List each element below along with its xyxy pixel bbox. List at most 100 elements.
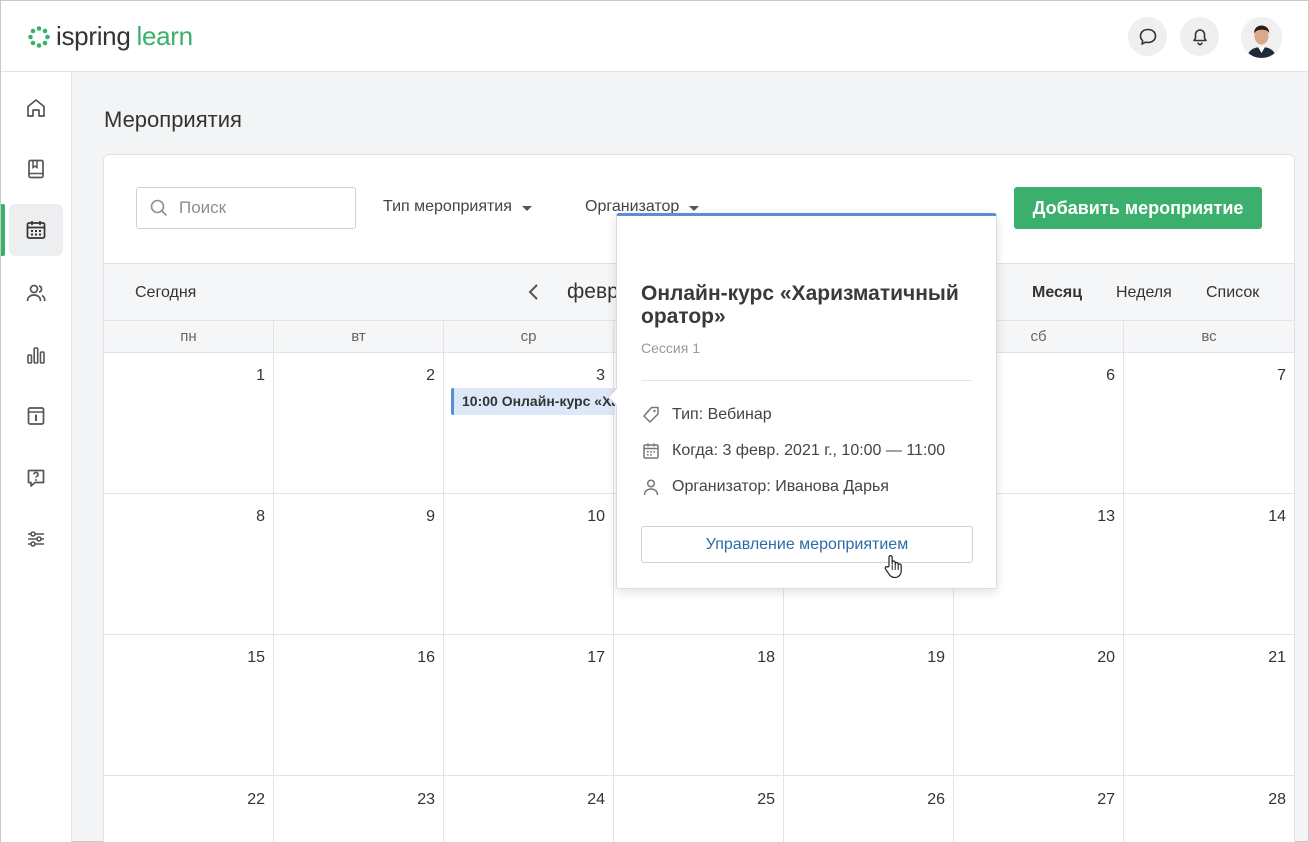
- day-cell[interactable]: 25: [614, 777, 784, 842]
- day-cell[interactable]: 10: [444, 494, 614, 635]
- popover-subtitle: Сессия 1: [641, 340, 700, 356]
- popover-when-text: Когда: 3 февр. 2021 г., 10:00 — 11:00: [672, 442, 946, 459]
- day-cell[interactable]: 27: [954, 777, 1124, 842]
- day-cell[interactable]: 23: [274, 777, 444, 842]
- user-avatar[interactable]: [1241, 17, 1282, 58]
- day-number: 7: [1277, 367, 1286, 384]
- manage-event-button[interactable]: Управление мероприятием: [641, 526, 973, 563]
- dow-wed: ср: [444, 321, 614, 353]
- notifications-button[interactable]: [1180, 17, 1219, 56]
- event-chip[interactable]: 10:00 Онлайн-курс «Харизматичный оратор»: [451, 388, 615, 415]
- logo[interactable]: ispring learn: [27, 21, 193, 52]
- event-popover: Онлайн-курс «Харизматичный оратор» Сесси…: [616, 213, 997, 589]
- day-number: 3: [596, 367, 605, 384]
- view-week[interactable]: Неделя: [1116, 284, 1172, 302]
- event-type-filter-label: Тип мероприятия: [383, 198, 512, 215]
- day-cell[interactable]: 19: [784, 635, 954, 776]
- sidebar-item-users[interactable]: [9, 267, 63, 319]
- user-icon: [643, 479, 659, 496]
- search-box[interactable]: [136, 187, 356, 229]
- day-cell[interactable]: 7: [1124, 353, 1294, 494]
- chat-bubble-icon: [1139, 28, 1156, 45]
- chevron-left-icon[interactable]: [524, 282, 544, 302]
- day-cell[interactable]: 22: [104, 777, 274, 842]
- day-number: 19: [927, 649, 945, 666]
- day-cell[interactable]: 2: [274, 353, 444, 494]
- sidebar-active-indicator: [1, 204, 5, 256]
- month-label: февр: [567, 280, 619, 303]
- day-cell[interactable]: 24: [444, 777, 614, 842]
- sidebar-item-info[interactable]: [9, 390, 63, 442]
- day-cell[interactable]: 14: [1124, 494, 1294, 635]
- day-number: 22: [247, 791, 265, 808]
- day-cell[interactable]: 9: [274, 494, 444, 635]
- caret-down-icon: [521, 205, 532, 211]
- question-chat-icon: [27, 469, 45, 487]
- popover-divider: [641, 380, 972, 381]
- day-number: 21: [1268, 649, 1286, 666]
- sliders-icon: [28, 531, 44, 547]
- add-event-button[interactable]: Добавить мероприятие: [1014, 187, 1262, 229]
- sidebar-item-courses[interactable]: [9, 143, 63, 195]
- logo-text-learn: learn: [136, 21, 194, 51]
- sidebar-item-reports[interactable]: [9, 329, 63, 381]
- day-number: 23: [417, 791, 435, 808]
- view-month[interactable]: Месяц: [1032, 284, 1082, 302]
- logo-text-ispring: ispring: [56, 21, 131, 51]
- day-number: 1: [256, 367, 265, 384]
- day-cell[interactable]: 18: [614, 635, 784, 776]
- event-type-filter[interactable]: Тип мероприятия: [383, 198, 532, 216]
- search-input[interactable]: [179, 198, 349, 218]
- day-number: 27: [1097, 791, 1115, 808]
- sidebar-item-settings[interactable]: [9, 513, 63, 565]
- day-number: 6: [1106, 367, 1115, 384]
- popover-when-row: Когда: 3 февр. 2021 г., 10:00 — 11:00: [641, 441, 945, 461]
- day-number: 16: [417, 649, 435, 666]
- day-number: 9: [426, 508, 435, 525]
- day-number: 13: [1097, 508, 1115, 525]
- day-number: 10: [587, 508, 605, 525]
- day-number: 14: [1268, 508, 1286, 525]
- day-cell[interactable]: 21: [1124, 635, 1294, 776]
- popover-title: Онлайн-курс «Харизматичный оратор»: [641, 282, 959, 328]
- day-cell[interactable]: 26: [784, 777, 954, 842]
- popover-type-row: Тип: Вебинар: [641, 405, 772, 425]
- sidebar-item-home[interactable]: [9, 82, 63, 134]
- day-cell[interactable]: 17: [444, 635, 614, 776]
- bar-chart-icon: [27, 347, 45, 364]
- day-number: 20: [1097, 649, 1115, 666]
- dow-sun: вс: [1201, 328, 1217, 345]
- chat-button[interactable]: [1128, 17, 1167, 56]
- day-number: 28: [1268, 791, 1286, 808]
- dow-tue: вт: [274, 321, 444, 353]
- day-cell[interactable]: 20: [954, 635, 1124, 776]
- popover-type-text: Тип: Вебинар: [672, 406, 772, 423]
- day-number: 25: [757, 791, 775, 808]
- view-list[interactable]: Список: [1206, 284, 1259, 302]
- day-number: 8: [256, 508, 265, 525]
- day-number: 18: [757, 649, 775, 666]
- bell-icon: [1192, 28, 1207, 45]
- popover-organizer-text: Организатор: Иванова Дарья: [672, 478, 889, 495]
- sidebar-item-help[interactable]: [9, 452, 63, 504]
- hand-cursor-icon: [884, 555, 902, 579]
- dow-mon: пн: [104, 321, 274, 353]
- day-cell[interactable]: 8: [104, 494, 274, 635]
- sidebar-item-events[interactable]: [9, 204, 63, 256]
- today-button[interactable]: Сегодня: [135, 284, 196, 302]
- day-number: 26: [927, 791, 945, 808]
- users-icon: [26, 284, 46, 302]
- day-cell[interactable]: 1: [104, 353, 274, 494]
- left-sidebar: [1, 72, 72, 842]
- day-number: 15: [247, 649, 265, 666]
- search-icon: [150, 199, 168, 217]
- popover-arrow-inner: [609, 388, 618, 406]
- day-cell[interactable]: 3: [444, 353, 614, 494]
- ispring-logo-icon: [28, 25, 50, 48]
- user-photo-icon: [1241, 17, 1282, 58]
- day-cell[interactable]: 28: [1124, 777, 1294, 842]
- home-icon: [27, 99, 45, 117]
- info-board-icon: [27, 407, 45, 425]
- day-cell[interactable]: 15: [104, 635, 274, 776]
- day-cell[interactable]: 16: [274, 635, 444, 776]
